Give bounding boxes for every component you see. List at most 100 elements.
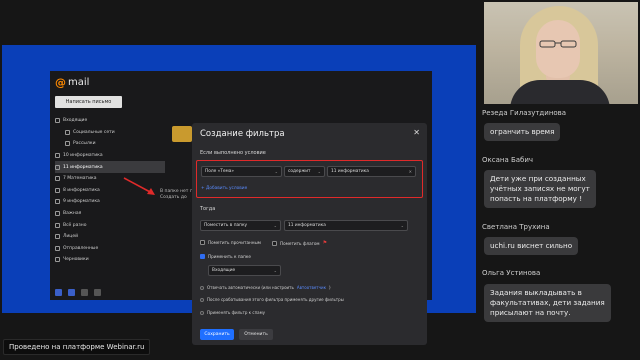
shared-screen: @ mail Написать письмо Входящие Социальн… [2, 45, 476, 345]
apply-to-folder-label: Применить к папке [208, 254, 251, 259]
radio-icon [200, 297, 204, 302]
operator-select-value: содержит [288, 169, 311, 174]
folder-icon [55, 199, 60, 205]
folder-important[interactable]: Важная [55, 208, 165, 220]
mail-logo-text: mail [68, 77, 90, 88]
clear-icon[interactable]: ✕ [409, 169, 412, 174]
webcam-body [510, 80, 610, 104]
condition-heading: Если выполнено условие [200, 150, 266, 156]
mark-read-label: Пометить прочитанным [208, 240, 261, 245]
folder-label: Всё разно [63, 222, 87, 228]
mark-flag-label: Пометить флагом [280, 240, 320, 246]
contacts-icon[interactable] [68, 289, 75, 296]
platform-footer[interactable]: Проведено на платформе Webinar.ru [3, 339, 151, 355]
folder-misc[interactable]: Всё разно [55, 219, 165, 231]
condition-value-input[interactable]: 11 информатика ✕ [327, 166, 416, 177]
folder-label: Входящие [63, 118, 88, 124]
folder-label: Отправленные [63, 245, 99, 251]
newsletter-icon [65, 141, 70, 147]
folder-label: 7 Математика [63, 176, 97, 182]
folder-label: Важная [63, 211, 82, 217]
auto-reply-link[interactable]: Автоответчик [297, 285, 326, 290]
folder-label: 11 информатика [63, 164, 103, 170]
radio-icon [200, 310, 204, 315]
chevron-down-icon: ⌄ [400, 223, 404, 228]
apply-to-spam-option[interactable]: Применять фильтр к спаму [200, 310, 265, 315]
field-select[interactable]: Поле «Тема» ⌄ [201, 166, 282, 177]
glasses-icon [539, 40, 577, 48]
folder-label: 10 информатика [63, 153, 103, 159]
apply-folder-select[interactable]: Входящие ⌄ [208, 265, 281, 276]
action-select-value: Поместить в папку [204, 223, 248, 228]
chat-author: Оксана Бабич [482, 156, 534, 164]
mail-bottom-toolbar [55, 289, 101, 296]
folder-11-informatics[interactable]: 11 информатика [55, 161, 165, 173]
checkbox-checked-icon [200, 254, 205, 259]
apps-icon[interactable] [55, 289, 62, 296]
chat-author: Светлана Трухина [482, 223, 550, 231]
folder-sent[interactable]: Отправленные [55, 243, 165, 255]
action-select[interactable]: Поместить в папку ⌄ [200, 220, 281, 231]
webinar-room: @ mail Написать письмо Входящие Социальн… [0, 0, 640, 360]
folder-newsletters[interactable]: Рассылки [55, 138, 165, 150]
folder-label: 9 информатика [63, 199, 100, 205]
condition-value-text: 11 информатика [331, 169, 369, 174]
folder-icon [55, 187, 60, 193]
mail-logo[interactable]: @ mail [55, 76, 89, 89]
then-heading: Тогда [200, 206, 216, 212]
chat-message[interactable]: огранчить время [484, 123, 561, 141]
chat-author: Резеда Гилазутдинова [482, 109, 567, 117]
empty-folder-illustration [172, 126, 192, 142]
auto-reply-option[interactable]: Отвечать автоматически (или настроить Ав… [200, 285, 331, 290]
mark-read-checkbox[interactable]: Пометить прочитанным [200, 240, 261, 245]
folder-social[interactable]: Социальные сети [55, 127, 165, 139]
close-icon[interactable]: ✕ [413, 128, 420, 137]
folder-lyceum[interactable]: Лицей [55, 231, 165, 243]
folder-10-informatics[interactable]: 10 информатика [55, 150, 165, 162]
at-icon: @ [55, 76, 66, 89]
compose-button[interactable]: Написать письмо [55, 96, 122, 108]
chat-message-line: факультативах, дети задания [490, 298, 605, 307]
social-icon [65, 129, 70, 135]
folder-icon [55, 153, 60, 159]
sent-icon [55, 245, 60, 251]
folder-icon [55, 211, 60, 217]
presenter-webcam [484, 2, 638, 104]
target-folder-select[interactable]: 11 информатика ⌄ [284, 220, 408, 231]
folder-label: Черновики [63, 257, 89, 263]
chat-author: Ольга Устинова [482, 269, 541, 277]
save-button[interactable]: Сохранить [200, 329, 234, 340]
calendar-icon[interactable] [81, 289, 88, 296]
settings-icon[interactable] [94, 289, 101, 296]
radio-icon [200, 285, 204, 290]
operator-select[interactable]: содержит ⌄ [284, 166, 325, 177]
draft-icon [55, 257, 60, 263]
folder-icon [55, 164, 60, 170]
chat-message[interactable]: Задания выкладывать в факультативах, дет… [484, 284, 611, 322]
chat-message[interactable]: uchi.ru виснет сильно [484, 237, 579, 255]
folder-label: 8 информатика [63, 187, 100, 193]
folder-drafts[interactable]: Черновики [55, 254, 165, 266]
folder-inbox[interactable]: Входящие [55, 115, 165, 127]
chat-message-line: попасть на платформу ! [490, 194, 583, 203]
folder-icon [55, 176, 60, 182]
folder-label: Лицей [63, 234, 79, 240]
chat-message-line: учётных записях не могут [490, 184, 590, 193]
continue-filters-option[interactable]: После срабатывания этого фильтра применя… [200, 297, 344, 302]
inbox-icon [55, 118, 60, 124]
target-folder-value: 11 информатика [288, 223, 326, 228]
dialog-title: Создание фильтра [200, 129, 285, 139]
chat-message[interactable]: Дети уже при созданных учётных записях н… [484, 170, 596, 208]
cancel-button[interactable]: Отменить [239, 329, 273, 340]
chat-message-line: Задания выкладывать в [490, 288, 582, 297]
apply-to-spam-label: Применять фильтр к спаму [207, 310, 266, 315]
chat-message-text: uchi.ru виснет сильно [490, 241, 573, 250]
chevron-down-icon: ⌄ [317, 169, 321, 174]
chevron-down-icon: ⌄ [274, 169, 278, 174]
mark-flag-checkbox[interactable]: Пометить флагом ⚑ [272, 240, 327, 246]
create-filter-dialog: Создание фильтра ✕ Если выполнено услови… [192, 123, 427, 345]
add-condition-link[interactable]: + Добавить условие [201, 186, 247, 191]
checkbox-icon [200, 240, 205, 245]
apply-to-folder-checkbox[interactable]: Применить к папке [200, 254, 251, 259]
chat-message-line: присылают на почту. [490, 308, 571, 317]
